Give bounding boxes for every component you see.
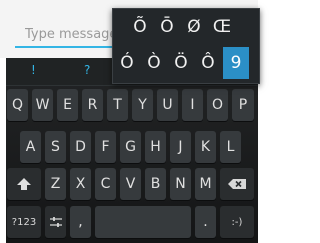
shift-key[interactable]	[7, 168, 41, 200]
settings-sliders-icon	[49, 217, 62, 227]
period-key[interactable]: .	[195, 206, 216, 238]
accent-o-tilde[interactable]: Õ	[127, 11, 153, 43]
key-t[interactable]: T	[107, 89, 128, 121]
accent-digit-nine[interactable]: 9	[223, 47, 249, 79]
key-p[interactable]: P	[232, 89, 254, 121]
backspace-key[interactable]	[220, 168, 254, 200]
space-key[interactable]	[95, 206, 191, 238]
key-k[interactable]: K	[195, 131, 216, 163]
accent-o-stroke[interactable]: Ø	[181, 11, 207, 43]
accent-o-circumflex[interactable]: Ô	[195, 47, 221, 79]
key-v[interactable]: V	[120, 168, 141, 200]
key-h[interactable]: H	[145, 131, 166, 163]
key-i[interactable]: I	[182, 89, 203, 121]
key-u[interactable]: U	[157, 89, 178, 121]
key-f[interactable]: F	[95, 131, 116, 163]
key-l[interactable]: L	[220, 131, 241, 163]
suggestion-question[interactable]: ?	[84, 63, 90, 77]
key-y[interactable]: Y	[132, 89, 153, 121]
emoji-key[interactable]: :-)	[220, 206, 254, 238]
key-s[interactable]: S	[45, 131, 66, 163]
key-n[interactable]: N	[170, 168, 191, 200]
key-w[interactable]: W	[32, 89, 53, 121]
accent-o-acute[interactable]: Ó	[114, 47, 140, 79]
key-j[interactable]: J	[170, 131, 191, 163]
key-z[interactable]: Z	[45, 168, 66, 200]
settings-key[interactable]	[45, 206, 66, 238]
key-m[interactable]: M	[195, 168, 216, 200]
accent-o-umlaut[interactable]: Ö	[168, 47, 194, 79]
key-e[interactable]: E	[57, 89, 78, 121]
shift-icon	[17, 178, 31, 190]
symbols-key[interactable]: ?123	[7, 206, 41, 238]
key-x[interactable]: X	[70, 168, 91, 200]
soft-keyboard: ! ? Q W E R T Y U I O P A S D F G H J K …	[6, 58, 258, 243]
accent-o-macron[interactable]: Ō	[154, 11, 180, 43]
key-r[interactable]: R	[82, 89, 103, 121]
accent-popup: Õ Ō Ø Œ Ó Ò Ö Ô 9	[112, 8, 260, 84]
key-d[interactable]: D	[70, 131, 91, 163]
key-q[interactable]: Q	[7, 89, 28, 121]
accent-o-grave[interactable]: Ò	[141, 47, 167, 79]
comma-key[interactable]: ,	[70, 206, 91, 238]
key-b[interactable]: B	[145, 168, 166, 200]
key-o[interactable]: O	[207, 89, 228, 121]
backspace-icon	[228, 179, 246, 189]
key-g[interactable]: G	[120, 131, 141, 163]
suggestion-exclamation[interactable]: !	[31, 63, 36, 77]
key-c[interactable]: C	[95, 168, 116, 200]
accent-oe-ligature[interactable]: Œ	[209, 11, 235, 43]
key-a[interactable]: A	[20, 131, 41, 163]
